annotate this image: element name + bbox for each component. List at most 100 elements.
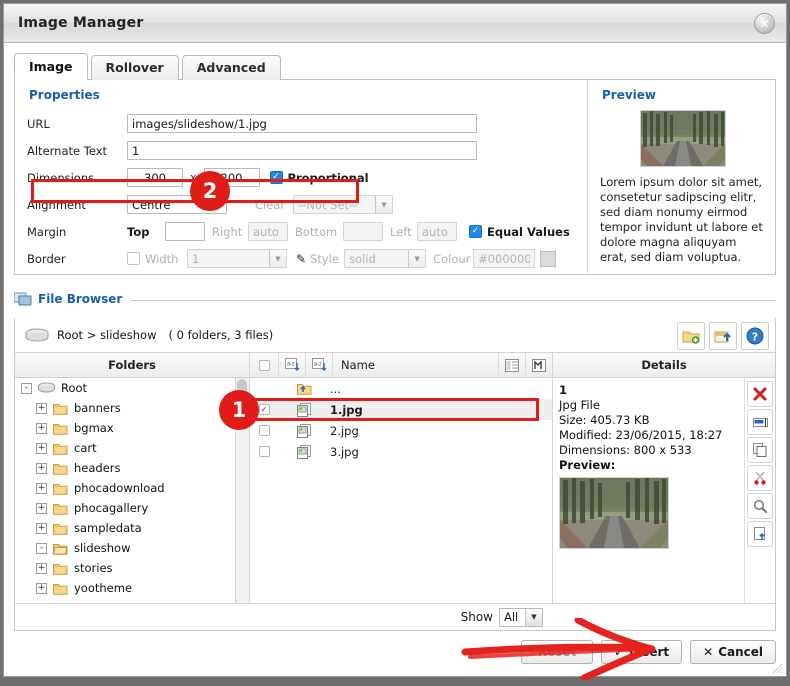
insert-button[interactable]: ✓ Insert [601, 640, 683, 664]
margin-left-input[interactable] [417, 222, 457, 241]
select-all-checkbox[interactable] [258, 359, 270, 371]
margin-top-input[interactable] [165, 222, 205, 241]
tree-expander[interactable]: - [36, 542, 47, 554]
cut-icon[interactable] [747, 465, 773, 491]
chevron-down-icon: ▼ [375, 196, 393, 213]
details-type: Jpg File [559, 398, 600, 412]
file-row[interactable]: 2.jpg [250, 420, 552, 441]
zoom-icon[interactable] [747, 493, 773, 519]
view-thumbs-icon[interactable] [526, 353, 552, 377]
tree-item-yootheme[interactable]: + yootheme [15, 578, 249, 598]
tree-item-headers[interactable]: + headers [15, 458, 249, 478]
margin-bottom-input[interactable] [343, 222, 383, 241]
tree-expander[interactable]: + [36, 582, 47, 594]
tree-item-root[interactable]: - Root [15, 378, 249, 398]
tree-item-label: Root [61, 381, 88, 395]
cancel-label: Cancel [718, 645, 763, 659]
tree-expander[interactable]: + [36, 462, 47, 474]
details-body: 1 Jpg File Size: 405.73 KB Modified: 23/… [553, 378, 775, 603]
colour-picker-icon[interactable] [540, 250, 557, 267]
close-icon[interactable]: ✕ [754, 13, 775, 34]
file-row[interactable]: ... [250, 378, 552, 399]
tree-item-slideshow[interactable]: - slideshow [15, 538, 249, 558]
tree-expander[interactable]: + [36, 422, 47, 434]
tree-item-bgmax[interactable]: + bgmax [15, 418, 249, 438]
show-select[interactable]: ▼ [499, 607, 543, 627]
alt-text-label: Alternate Text [27, 143, 108, 158]
folder-icon [53, 503, 68, 515]
cancel-button[interactable]: ✕ Cancel [690, 640, 776, 664]
url-row: URL [27, 110, 587, 137]
tree-item-label: yootheme [74, 581, 133, 595]
view-list-icon[interactable] [499, 353, 526, 377]
border-style-select[interactable]: ▼ [344, 249, 427, 268]
tree-item-label: cart [74, 441, 97, 455]
preview-thumbnail [639, 110, 726, 167]
folder-up-icon [296, 384, 311, 395]
folder-icon [53, 523, 68, 535]
breadcrumb-counts: ( 0 folders, 3 files) [168, 328, 274, 342]
details-actions [744, 378, 775, 603]
tree-expander[interactable]: + [36, 402, 47, 414]
folder-icon [53, 502, 68, 515]
rename-icon[interactable] [747, 409, 773, 435]
tree-expander[interactable]: - [21, 382, 32, 394]
file-checkbox-cell[interactable] [250, 446, 278, 457]
folder-icon [53, 563, 68, 575]
border-width-select[interactable]: ▼ [187, 249, 287, 268]
file-name: 2.jpg [330, 423, 359, 438]
file-checkbox-cell[interactable] [250, 425, 278, 436]
copy-icon[interactable] [747, 437, 773, 463]
tree-expander[interactable]: + [36, 522, 47, 534]
reset-button[interactable]: Reset [521, 640, 594, 664]
alt-text-input[interactable] [127, 141, 477, 160]
resize-grip[interactable] [772, 663, 783, 674]
tree-item-label: bgmax [74, 421, 114, 435]
margin-right-input[interactable] [248, 222, 288, 241]
image-file-icon [297, 423, 311, 438]
details-column: Details 1 Jpg File Size: 405.73 KB Modif… [553, 353, 775, 603]
folder-icon [53, 462, 68, 475]
equal-values-checkbox[interactable]: ✓ [469, 225, 482, 238]
tree-expander[interactable]: + [36, 502, 47, 514]
folder-icon [53, 562, 68, 575]
chevron-down-icon: ▼ [525, 608, 542, 626]
insert-label: Insert [629, 645, 670, 659]
tree-item-stories[interactable]: + stories [15, 558, 249, 578]
upload-icon[interactable] [709, 322, 737, 350]
tree-item-label: stories [74, 561, 113, 575]
name-header-cell[interactable]: Name [333, 353, 499, 377]
tree-item-cart[interactable]: + cart [15, 438, 249, 458]
tree-expander[interactable]: + [36, 562, 47, 574]
tab-rollover[interactable]: Rollover [90, 55, 179, 80]
file-checkbox-cell[interactable] [250, 383, 278, 394]
tree-expander[interactable]: + [36, 442, 47, 454]
folder-icon [53, 403, 68, 415]
new-folder-icon[interactable] [677, 322, 705, 350]
files-header: a-z a-z Name [250, 353, 552, 378]
help-icon[interactable]: ? [741, 322, 769, 350]
tree-expander[interactable]: + [36, 482, 47, 494]
tab-image[interactable]: Image [14, 53, 88, 80]
sort-type-cell[interactable]: a-z [279, 353, 306, 377]
file-checkbox[interactable] [258, 425, 270, 436]
alt-text-row: Alternate Text [27, 137, 587, 164]
dialog-button-bar: Reset ✓ Insert ✕ Cancel [521, 640, 776, 664]
delete-icon[interactable] [747, 381, 773, 407]
breadcrumb-path[interactable]: Root > slideshow [57, 328, 156, 342]
border-colour-value[interactable] [473, 249, 536, 268]
tree-item-label: sampledata [74, 521, 142, 535]
folder-up-icon [278, 382, 330, 395]
tree-item-banners[interactable]: + banners [15, 398, 249, 418]
sort-name-cell[interactable]: a-z [306, 353, 333, 377]
border-width-checkbox[interactable]: ✓ [127, 252, 140, 265]
tab-advanced[interactable]: Advanced [181, 55, 281, 80]
url-input[interactable] [127, 114, 477, 133]
file-row[interactable]: 3.jpg [250, 441, 552, 462]
image-file-icon [278, 423, 330, 438]
tree-item-sampledata[interactable]: + sampledata [15, 518, 249, 538]
paste-icon[interactable] [747, 521, 773, 547]
file-checkbox[interactable] [258, 446, 270, 457]
tree-item-phocagallery[interactable]: + phocagallery [15, 498, 249, 518]
tree-item-phocadownload[interactable]: + phocadownload [15, 478, 249, 498]
